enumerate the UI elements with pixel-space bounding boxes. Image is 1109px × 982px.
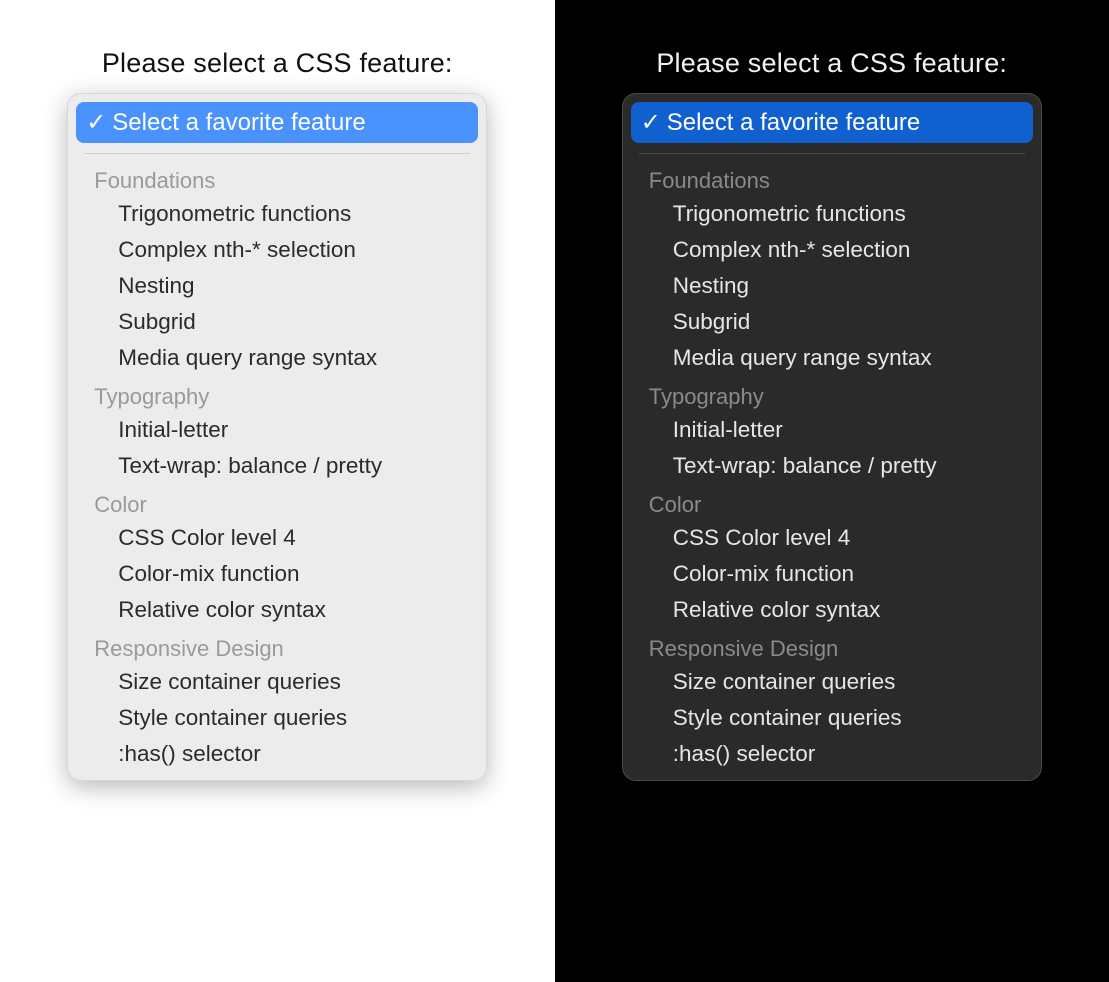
checkmark-icon: ✓	[86, 108, 104, 137]
group-label: Foundations	[76, 160, 478, 196]
option-item[interactable]: Color-mix function	[631, 556, 1033, 592]
option-item[interactable]: Relative color syntax	[631, 592, 1033, 628]
option-item[interactable]: :has() selector	[631, 736, 1033, 772]
option-item[interactable]: Trigonometric functions	[76, 196, 478, 232]
option-item[interactable]: Initial-letter	[631, 412, 1033, 448]
option-item[interactable]: :has() selector	[76, 736, 478, 772]
option-item[interactable]: Nesting	[76, 268, 478, 304]
option-item[interactable]: Style container queries	[76, 700, 478, 736]
group-label: Color	[76, 484, 478, 520]
group-label: Responsive Design	[76, 628, 478, 664]
light-mode-panel: Please select a CSS feature: ✓ Select a …	[0, 0, 555, 982]
option-item[interactable]: Nesting	[631, 268, 1033, 304]
selected-label: Select a favorite feature	[667, 109, 920, 137]
option-item[interactable]: Media query range syntax	[631, 340, 1033, 376]
group-label: Color	[631, 484, 1033, 520]
option-item[interactable]: CSS Color level 4	[76, 520, 478, 556]
option-item[interactable]: Subgrid	[631, 304, 1033, 340]
option-groups: FoundationsTrigonometric functionsComple…	[631, 160, 1033, 772]
option-item[interactable]: CSS Color level 4	[631, 520, 1033, 556]
dropdown-listbox[interactable]: ✓ Select a favorite feature FoundationsT…	[622, 93, 1042, 781]
option-item[interactable]: Trigonometric functions	[631, 196, 1033, 232]
option-item[interactable]: Initial-letter	[76, 412, 478, 448]
option-groups: FoundationsTrigonometric functionsComple…	[76, 160, 478, 772]
option-item[interactable]: Color-mix function	[76, 556, 478, 592]
group-label: Foundations	[631, 160, 1033, 196]
divider	[639, 153, 1025, 154]
option-item[interactable]: Text-wrap: balance / pretty	[631, 448, 1033, 484]
option-item[interactable]: Size container queries	[76, 664, 478, 700]
checkmark-icon: ✓	[641, 108, 659, 137]
prompt-label: Please select a CSS feature:	[656, 48, 1007, 79]
option-item[interactable]: Style container queries	[631, 700, 1033, 736]
selected-option[interactable]: ✓ Select a favorite feature	[76, 102, 478, 143]
prompt-label: Please select a CSS feature:	[102, 48, 453, 79]
option-item[interactable]: Complex nth-* selection	[76, 232, 478, 268]
selected-label: Select a favorite feature	[112, 109, 365, 137]
option-item[interactable]: Relative color syntax	[76, 592, 478, 628]
option-item[interactable]: Media query range syntax	[76, 340, 478, 376]
group-label: Responsive Design	[631, 628, 1033, 664]
dark-mode-panel: Please select a CSS feature: ✓ Select a …	[555, 0, 1109, 982]
group-label: Typography	[631, 376, 1033, 412]
option-item[interactable]: Subgrid	[76, 304, 478, 340]
dropdown-listbox[interactable]: ✓ Select a favorite feature FoundationsT…	[67, 93, 487, 781]
option-item[interactable]: Size container queries	[631, 664, 1033, 700]
selected-option[interactable]: ✓ Select a favorite feature	[631, 102, 1033, 143]
option-item[interactable]: Text-wrap: balance / pretty	[76, 448, 478, 484]
divider	[84, 153, 470, 154]
group-label: Typography	[76, 376, 478, 412]
option-item[interactable]: Complex nth-* selection	[631, 232, 1033, 268]
